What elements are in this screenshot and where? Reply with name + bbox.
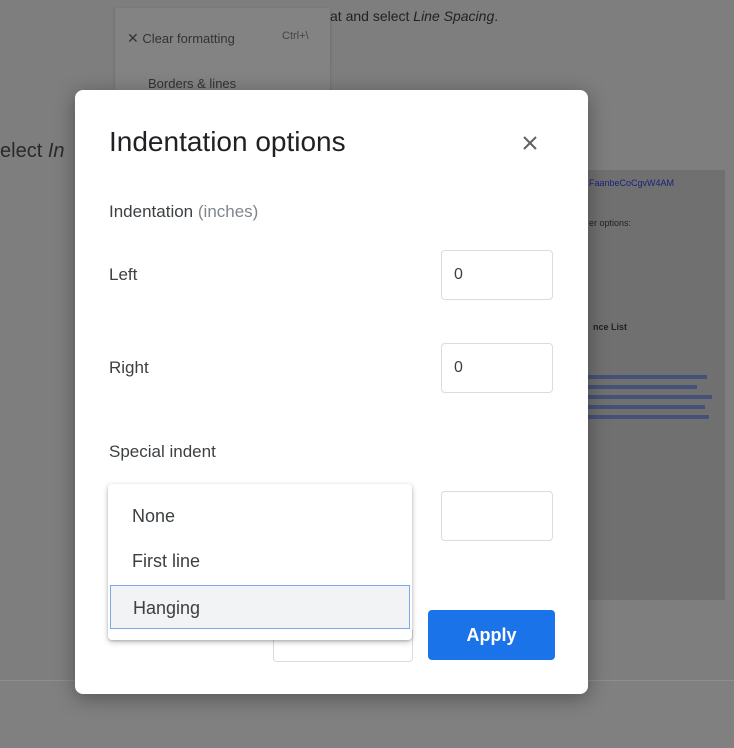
instruction-end: .: [494, 8, 499, 24]
select-text-italic: In: [47, 140, 65, 162]
screenshot-line: [587, 405, 705, 409]
select-text: elect In: [0, 140, 65, 163]
indentation-heading: Indentation (inches): [109, 202, 258, 222]
special-indent-value-input[interactable]: [441, 491, 553, 541]
dropdown-option-first-line[interactable]: First line: [108, 539, 412, 583]
indentation-unit: (inches): [197, 202, 259, 221]
indentation-options-dialog: Indentation options Indentation (inches)…: [75, 90, 588, 694]
screenshot-line: [587, 415, 709, 419]
special-indent-dropdown: None First line Hanging: [108, 484, 412, 640]
instruction-italic: Line Spacing: [413, 8, 495, 24]
menu-item-label: Clear formatting: [142, 31, 235, 46]
menu-item-shortcut: Ctrl+\: [282, 30, 309, 42]
screenshot-text: er options:: [589, 218, 632, 228]
screenshot-text: nce List: [593, 322, 628, 332]
indentation-heading-text: Indentation: [109, 202, 194, 221]
screenshot-text: FaanbeCoCgvW4AM: [589, 178, 675, 188]
instruction-text-part: at and select: [330, 8, 414, 24]
embedded-screenshot: FaanbeCoCgvW4AM er options: nce List: [585, 170, 725, 600]
dropdown-option-hanging[interactable]: Hanging: [110, 585, 410, 629]
dialog-title: Indentation options: [109, 126, 346, 157]
screenshot-line: [587, 395, 712, 399]
menu-item-clear-formatting: ✕ Clear formatting Ctrl+\: [127, 30, 309, 47]
screenshot-line: [587, 375, 707, 379]
screenshot-line: [587, 385, 697, 389]
close-button[interactable]: [515, 128, 545, 158]
left-label: Left: [109, 265, 138, 284]
select-text-part: elect: [0, 140, 48, 162]
menu-item-label: Borders & lines: [148, 76, 237, 91]
clear-formatting-icon: ✕: [127, 30, 139, 46]
format-menu: ✕ Clear formatting Ctrl+\ Borders & line…: [115, 8, 330, 98]
apply-button[interactable]: Apply: [428, 610, 555, 660]
dropdown-option-none[interactable]: None: [108, 494, 412, 538]
instruction-text: at and select Line Spacing.: [330, 8, 498, 24]
right-indent-input[interactable]: 0: [441, 343, 553, 393]
special-indent-label: Special indent: [109, 442, 216, 461]
close-icon: [523, 136, 537, 150]
left-indent-input[interactable]: 0: [441, 250, 553, 300]
menu-item-borders-lines: Borders & lines: [148, 76, 236, 91]
right-label: Right: [109, 358, 149, 377]
